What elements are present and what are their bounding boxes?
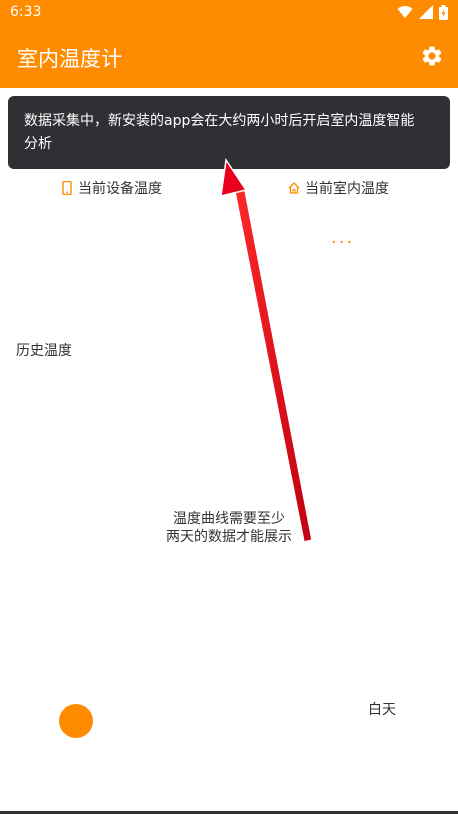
status-icons [397, 4, 448, 20]
loading-dots: ··· [331, 232, 355, 253]
toast-message: 数据采集中，新安装的app会在大约两小时后开启室内温度智能 分析 [8, 96, 450, 169]
room-temperature-text: 当前室内温度 [305, 181, 389, 197]
home-icon [288, 182, 300, 194]
day-mode-label: 白天 [368, 702, 396, 718]
phone-icon [62, 181, 72, 195]
toast-line-2: 分析 [24, 136, 52, 152]
room-temperature-label: 当前室内温度 [288, 178, 389, 198]
status-time: 6:33 [10, 4, 42, 20]
battery-icon [439, 4, 448, 20]
device-temperature-label: 当前设备温度 [61, 178, 162, 198]
wifi-icon [397, 6, 413, 19]
app-title: 室内温度计 [17, 47, 122, 71]
app-bar: 室内温度计 [0, 26, 458, 88]
chart-empty-message: 温度曲线需要至少 两天的数据才能展示 [166, 511, 292, 545]
toast-line-1: 数据采集中，新安装的app会在大约两小时后开启室内温度智能 [24, 113, 415, 129]
device-temperature-text: 当前设备温度 [78, 181, 162, 197]
history-title: 历史温度 [16, 343, 72, 359]
mode-toggle[interactable] [59, 704, 93, 738]
status-bar: 6:33 [0, 0, 458, 26]
gear-icon[interactable] [420, 44, 444, 68]
signal-icon [419, 5, 433, 19]
